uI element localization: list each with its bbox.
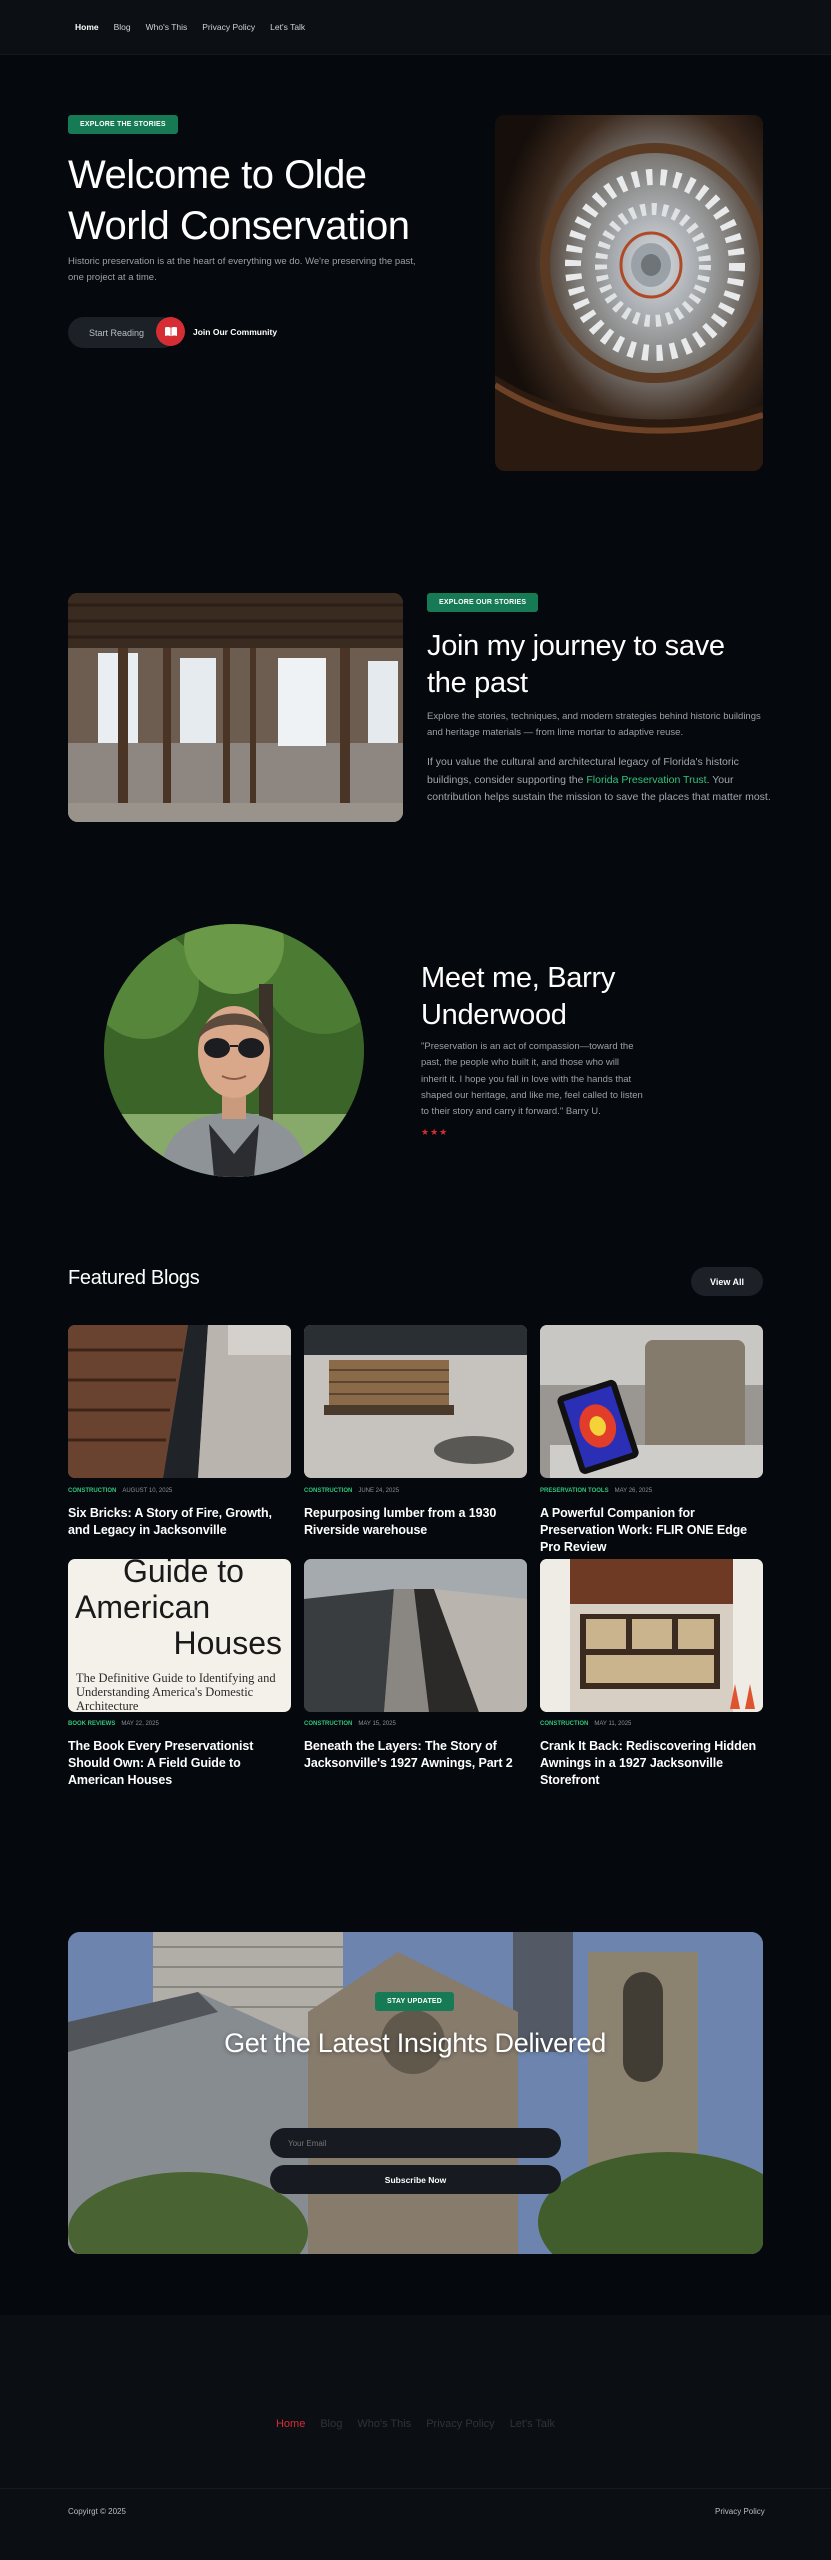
post-date: JUNE 24, 2025 (358, 1488, 400, 1494)
footer-link-lets-talk[interactable]: Let's Talk (510, 2418, 555, 2430)
blog-card-image[interactable] (540, 1325, 763, 1478)
blog-card-image[interactable] (540, 1559, 763, 1712)
subscribe-button[interactable]: Subscribe Now (270, 2165, 561, 2194)
book-icon[interactable] (156, 317, 185, 346)
blog-card-image[interactable] (68, 1325, 291, 1478)
post-category[interactable]: CONSTRUCTION (68, 1488, 116, 1494)
view-all-button[interactable]: View All (691, 1267, 763, 1296)
copyright-text: Copyirgt © 2025 (68, 2507, 126, 2516)
newsletter-banner (68, 1932, 763, 2254)
post-meta: CONSTRUCTION MAY 15, 2025 (304, 1721, 396, 1727)
post-title[interactable]: Six Bricks: A Story of Fire, Growth, and… (68, 1505, 291, 1539)
nav-item-blog[interactable]: Blog (114, 22, 131, 32)
book-cover-line2: American (75, 1589, 211, 1625)
post-category[interactable]: BOOK REVIEWS (68, 1721, 115, 1727)
restoration-interior-photo (68, 593, 403, 822)
join-community-link[interactable]: Join Our Community (193, 327, 277, 337)
post-date: MAY 26, 2025 (614, 1488, 653, 1494)
meet-quote: "Preservation is an act of compassion—to… (421, 1041, 643, 1118)
footer-links: Home Blog Who's This Privacy Policy Let'… (0, 2418, 831, 2430)
footer-link-whos-this[interactable]: Who's This (357, 2418, 411, 2430)
newsletter-title: Get the Latest Insights Delivered (224, 2028, 606, 2058)
book-cover-line3: Houses (173, 1625, 283, 1661)
footer-link-blog[interactable]: Blog (320, 2418, 342, 2430)
florida-preservation-trust-link[interactable]: Florida Preservation Trust (586, 774, 706, 786)
post-meta: BOOK REVIEWS MAY 22, 2025 (68, 1721, 159, 1727)
footer-privacy-link[interactable]: Privacy Policy (715, 2507, 765, 2516)
newsletter-badge: STAY UPDATED (375, 1992, 455, 2011)
post-date: AUGUST 10, 2025 (122, 1488, 173, 1494)
footer-link-home[interactable]: Home (276, 2418, 305, 2430)
nav-item-lets-talk[interactable]: Let's Talk (270, 22, 305, 32)
footer-divider (0, 2488, 831, 2489)
footer (0, 2315, 831, 2560)
book-cover-subtitle: The Definitive Guide to Identifying and … (76, 1671, 276, 1712)
post-date: MAY 11, 2025 (594, 1721, 632, 1727)
nav-item-home[interactable]: Home (75, 22, 99, 32)
post-meta: CONSTRUCTION AUGUST 10, 2025 (68, 1488, 172, 1494)
join-body: If you value the cultural and architectu… (427, 754, 772, 807)
book-cover-line1: Guide to (123, 1559, 244, 1589)
join-intro: Explore the stories, techniques, and mod… (427, 711, 761, 738)
nav-item-whos-this[interactable]: Who's This (146, 22, 188, 32)
join-title: Join my journey to save the past (427, 630, 725, 699)
post-category[interactable]: CONSTRUCTION (304, 1488, 352, 1494)
hero-badge: EXPLORE THE STORIES (68, 115, 178, 134)
post-category[interactable]: PRESERVATION TOOLS (540, 1488, 609, 1494)
blog-card-image[interactable] (304, 1559, 527, 1712)
join-badge: EXPLORE OUR STORIES (427, 593, 539, 612)
nav-links: Home Blog Who's This Privacy Policy Let'… (75, 22, 305, 32)
post-category[interactable]: CONSTRUCTION (540, 1721, 588, 1727)
post-title[interactable]: Crank It Back: Rediscovering Hidden Awni… (540, 1738, 763, 1789)
post-date: MAY 15, 2025 (358, 1721, 396, 1727)
avatar (104, 924, 364, 1177)
nav-item-privacy-policy[interactable]: Privacy Policy (202, 22, 255, 32)
post-title[interactable]: Beneath the Layers: The Story of Jackson… (304, 1738, 527, 1772)
post-category[interactable]: CONSTRUCTION (304, 1721, 352, 1727)
meet-title: Meet me, Barry Underwood (421, 962, 616, 1031)
hero-title: Welcome to Olde World Conservation (68, 153, 410, 248)
blog-card-image[interactable]: Guide to American Houses The Definitive … (68, 1559, 291, 1712)
email-input[interactable] (270, 2128, 561, 2158)
blog-card-image[interactable] (304, 1325, 527, 1478)
footer-link-privacy-policy[interactable]: Privacy Policy (426, 2418, 494, 2430)
post-date: MAY 22, 2025 (121, 1721, 159, 1727)
post-meta: CONSTRUCTION MAY 11, 2025 (540, 1721, 631, 1727)
spiral-staircase-photo (495, 115, 763, 471)
post-title[interactable]: A Powerful Companion for Preservation Wo… (540, 1505, 763, 1556)
post-meta: PRESERVATION TOOLS MAY 26, 2025 (540, 1488, 652, 1494)
rating-stars-icon: ★★★ (421, 1127, 449, 1137)
post-meta: CONSTRUCTION JUNE 24, 2025 (304, 1488, 399, 1494)
featured-blogs-title: Featured Blogs (68, 1267, 200, 1289)
hero-subtitle: Historic preservation is at the heart of… (68, 256, 416, 283)
top-navigation: Home Blog Who's This Privacy Policy Let'… (0, 0, 831, 55)
post-title[interactable]: Repurposing lumber from a 1930 Riverside… (304, 1505, 527, 1539)
post-title[interactable]: The Book Every Preservationist Should Ow… (68, 1738, 291, 1789)
